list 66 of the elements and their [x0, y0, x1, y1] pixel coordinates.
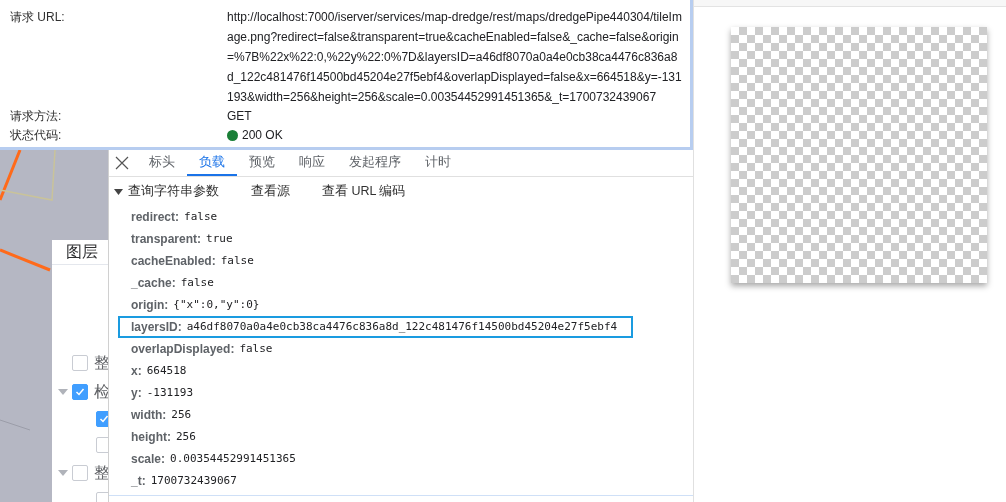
tab[interactable]: 发起程序 — [337, 151, 413, 176]
section-header[interactable]: 查询字符串参数 — [114, 182, 219, 201]
checkmark-icon — [75, 386, 85, 397]
param-key: overlapDisplayed: — [131, 340, 235, 358]
param-value: 664518 — [146, 362, 187, 379]
detail-value: http://localhost:7000/iserver/services/map-dredge/rest/maps/dredgePipe440304/tileImage.png?redirect=false&transparent=true&cacheEnabled=false&_cache=false&origin=%7B%22x%22:0,%22y%22:0%7D&layersID=a46df8070a0a4e0cb38ca4476c836a8d_122c481476f14500bd45204e27f5ebf4&overlapDisplayed=false&x=664518&y=-131193&width=256&height=256&scale=0.00354452991451365&_t=1700732439067 — [227, 9, 682, 106]
detail-label: 请求方法: — [9, 108, 63, 125]
param-value: 0.00354452991451365 — [170, 450, 296, 467]
param-row[interactable]: scale: 0.00354452991451365 — [118, 448, 633, 470]
param-row[interactable]: origin: {"x":0,"y":0} — [118, 294, 633, 316]
param-row[interactable]: _t: 1700732439067 — [118, 470, 633, 492]
param-row[interactable]: height: 256 — [118, 426, 633, 448]
panel-title: 图层 — [66, 242, 98, 262]
param-row[interactable]: x: 664518 — [118, 360, 633, 382]
param-row[interactable]: overlapDisplayed: false — [118, 338, 633, 360]
param-value: a46df8070a0a4e0cb38ca4476c836a8d_122c481476f14500bd45204e27f5ebf4 — [186, 318, 618, 335]
param-row[interactable]: cacheEnabled: false — [118, 250, 633, 272]
param-key: _cache: — [131, 274, 176, 292]
caret-icon — [114, 187, 123, 196]
detail-value: 200 OK — [242, 127, 283, 144]
param-row[interactable]: _cache: false — [118, 272, 633, 294]
param-row[interactable]: width: 256 — [118, 404, 633, 426]
tab[interactable]: 响应 — [287, 151, 337, 176]
checkbox[interactable] — [72, 354, 88, 371]
param-value: -131193 — [146, 384, 194, 401]
param-value: true — [206, 230, 233, 247]
layer-label[interactable]: 整 — [94, 350, 110, 375]
caret-icon[interactable] — [58, 387, 68, 396]
layer-label[interactable]: 检 — [94, 379, 110, 404]
detail-value: GET — [227, 108, 252, 125]
param-key: layersID: — [131, 318, 182, 336]
param-value: 1700732439067 — [150, 472, 237, 489]
checkbox[interactable] — [72, 383, 88, 400]
param-value: 256 — [176, 428, 196, 445]
param-key: y: — [131, 384, 142, 402]
checkbox[interactable] — [72, 464, 88, 481]
param-key: width: — [131, 406, 167, 424]
detail-label: 状态代码: — [9, 127, 63, 144]
close-icon[interactable] — [115, 156, 129, 170]
view-link[interactable]: 查看源 — [251, 182, 290, 201]
param-value: false — [239, 340, 273, 357]
param-row[interactable]: redirect: false — [118, 206, 633, 228]
param-key: _t: — [131, 472, 146, 490]
detail-label: 请求 URL: — [9, 9, 66, 26]
caret-icon[interactable] — [58, 468, 68, 477]
param-row[interactable]: y: -131193 — [118, 382, 633, 404]
param-value: 256 — [171, 406, 192, 423]
param-key: scale: — [131, 450, 166, 468]
layer-label[interactable]: 整 — [94, 460, 110, 485]
tab[interactable]: 计时 — [413, 151, 463, 176]
view-link[interactable]: 查看 URL 编码 — [322, 182, 406, 201]
param-value: false — [220, 252, 254, 269]
param-value: {"x":0,"y":0} — [173, 296, 260, 313]
param-key: redirect: — [131, 208, 180, 226]
param-row[interactable]: layersID: a46df8070a0a4e0cb38ca4476c836a8d_122c481476f14500bd45204e27f5ebf4 — [118, 316, 633, 338]
tab[interactable]: 负载 — [187, 151, 237, 176]
tab[interactable]: 标头 — [137, 151, 187, 176]
param-key: transparent: — [131, 230, 201, 248]
param-row[interactable]: transparent: true — [118, 228, 633, 250]
param-key: height: — [131, 428, 171, 446]
tab[interactable]: 预览 — [237, 151, 287, 176]
param-value: false — [184, 208, 218, 225]
param-key: x: — [131, 362, 142, 380]
param-key: origin: — [131, 296, 169, 314]
param-key: cacheEnabled: — [131, 252, 216, 270]
param-value: false — [180, 274, 214, 291]
